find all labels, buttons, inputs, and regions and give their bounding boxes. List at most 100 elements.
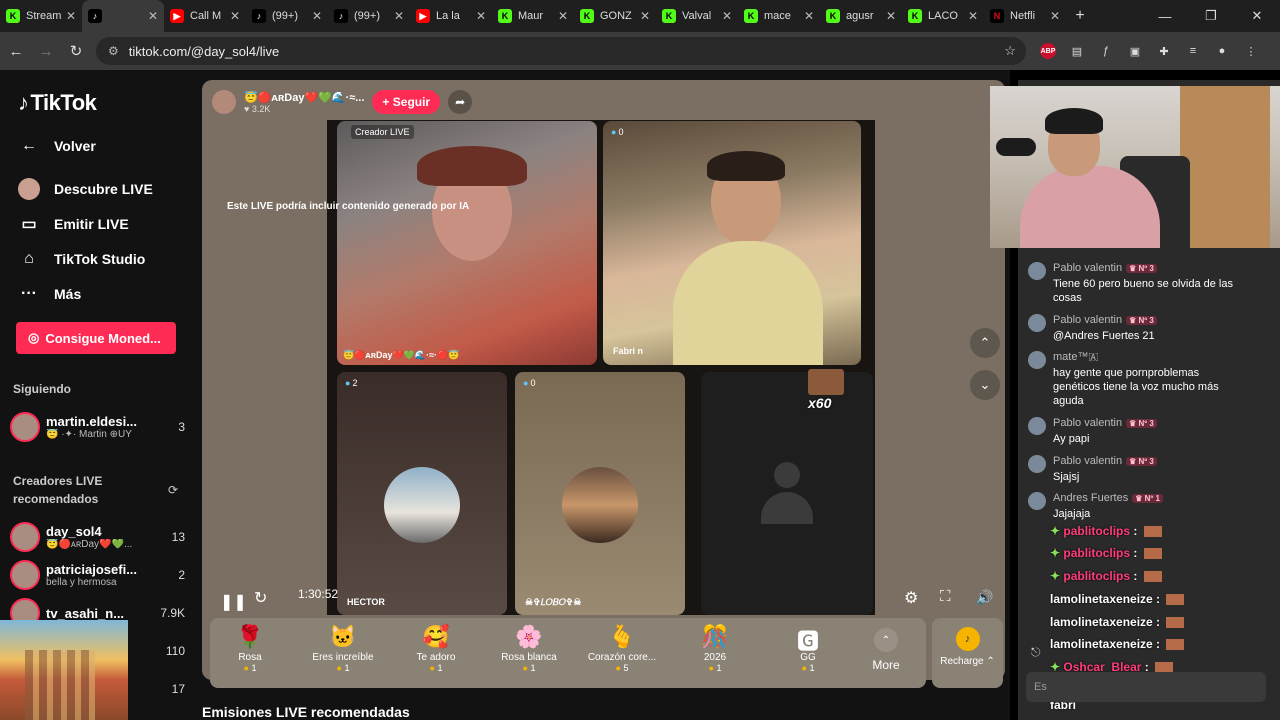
site-info-icon[interactable]: ⚙ — [108, 44, 119, 58]
refresh-stream-icon[interactable]: ↻ — [254, 588, 267, 608]
tab-close-icon[interactable]: ✕ — [148, 9, 158, 23]
bookmark-star-icon[interactable]: ☆ — [1004, 43, 1016, 59]
empty-guest-slot[interactable] — [701, 372, 873, 615]
more-gifts-button[interactable]: ⌃ More — [861, 618, 911, 688]
sidebar-account[interactable]: day_sol4 😇🔴ᴀʀDay❤️💚... 13 — [10, 520, 185, 554]
browser-tab[interactable]: ♪ ✕ — [82, 0, 164, 32]
gift-icon: 🐱 — [329, 624, 357, 649]
extension-icon[interactable]: ƒ — [1098, 43, 1114, 59]
avatar[interactable] — [1028, 262, 1046, 280]
host-name[interactable]: 😇🔴ᴀʀDay❤️💚🌊·≈... — [244, 91, 364, 104]
avatar[interactable] — [1028, 492, 1046, 510]
chat-username[interactable]: Pablo valentin ♛ Nº 3 — [1053, 417, 1157, 429]
gift-item[interactable]: 🅶 GG ● 1 — [763, 618, 853, 688]
next-live-button[interactable]: ⌄ — [970, 370, 1000, 400]
browser-tab[interactable]: K GONZ ✕ — [574, 0, 656, 32]
browser-tab[interactable]: K Valval ✕ — [656, 0, 738, 32]
new-tab-button[interactable]: + — [1066, 7, 1094, 25]
avatar[interactable] — [1028, 351, 1046, 369]
gift-item[interactable]: 🎊 2026 ● 1 — [670, 618, 760, 688]
tiktok-logo[interactable]: ♪ TikTok — [18, 90, 97, 116]
gift-icon: 🌹 — [236, 624, 264, 649]
browser-tab[interactable]: K LACO ✕ — [902, 0, 984, 32]
forward-arrow-icon[interactable]: → — [32, 37, 60, 65]
gift-item[interactable]: 🐱 Eres increíble ● 1 — [298, 618, 388, 688]
maximize-icon[interactable]: ❐ — [1188, 0, 1234, 32]
tab-favicon-icon: K — [826, 9, 840, 23]
tab-close-icon[interactable]: ✕ — [804, 9, 814, 23]
tab-close-icon[interactable]: ✕ — [230, 9, 240, 23]
avatar[interactable] — [1028, 314, 1046, 332]
sidebar-item-studio[interactable]: ⌂ TikTok Studio — [18, 248, 145, 270]
sidebar-item-more[interactable]: ··· Más — [18, 283, 81, 305]
tab-close-icon[interactable]: ✕ — [312, 9, 322, 23]
sidebar-item-back[interactable]: ← Volver — [18, 135, 96, 157]
guest-tile-hector[interactable]: ● 2 HECTOR — [337, 372, 507, 615]
tab-close-icon[interactable]: ✕ — [558, 9, 568, 23]
browser-tab[interactable]: K Maur ✕ — [492, 0, 574, 32]
close-icon[interactable]: ✕ — [1234, 0, 1280, 32]
fullscreen-icon[interactable]: ⛶ — [940, 588, 951, 605]
sidebar-account[interactable]: patriciajosefi... bella y hermosa 2 — [10, 558, 185, 592]
follow-button[interactable]: + Seguir — [372, 90, 441, 114]
chat-username[interactable]: Andres Fuertes ♛ Nº 1 — [1053, 492, 1163, 504]
chat-username[interactable]: Pablo valentin ♛ Nº 3 — [1053, 262, 1157, 274]
menu-kebab-icon[interactable]: ⋮ — [1243, 43, 1259, 59]
browser-tab[interactable]: K Stream ✕ — [0, 0, 82, 32]
refresh-icon[interactable]: ⟳ — [168, 483, 178, 497]
extension-icon[interactable]: ▣ — [1127, 43, 1143, 59]
browser-tab[interactable]: ♪ (99+) ✕ — [328, 0, 410, 32]
tab-close-icon[interactable]: ✕ — [968, 9, 978, 23]
chat-input[interactable]: Es — [1026, 672, 1266, 702]
tab-close-icon[interactable]: ✕ — [886, 9, 896, 23]
chat-username[interactable]: Pablo valentin ♛ Nº 3 — [1053, 455, 1157, 467]
extension-icon[interactable]: ▤ — [1069, 43, 1085, 59]
tab-close-icon[interactable]: ✕ — [640, 9, 650, 23]
volume-icon[interactable]: 🔊 — [976, 589, 993, 606]
gift-item[interactable]: 🌹 Rosa ● 1 — [205, 618, 295, 688]
puzzle-icon[interactable]: ✚ — [1156, 43, 1172, 59]
browser-tab[interactable]: ▶ La la ✕ — [410, 0, 492, 32]
media-icon[interactable]: ≡ — [1185, 43, 1201, 59]
exit-icon[interactable]: ⎋ — [1031, 645, 1041, 660]
browser-tab[interactable]: N Netfli ✕ — [984, 0, 1066, 32]
browser-tab[interactable]: Kmace ✕ — [738, 0, 820, 32]
sidebar-account[interactable]: martin.eldesi... 😇 ·✦· Martin ⊕UY 3 — [10, 410, 185, 444]
avatar[interactable] — [1028, 455, 1046, 473]
host-avatar[interactable] — [212, 90, 236, 114]
tab-close-icon[interactable]: ✕ — [394, 9, 404, 23]
share-icon[interactable]: ➦ — [448, 90, 473, 114]
chat-username[interactable]: mate™🇦 — [1053, 351, 1098, 364]
recharge-button[interactable]: ♪ Recharge ⌃ — [932, 618, 1003, 688]
settings-gear-icon[interactable]: ⚙ — [904, 588, 918, 608]
url-field[interactable]: ⚙ tiktok.com/@day_sol4/live ☆ — [96, 37, 1026, 65]
reload-icon[interactable]: ↻ — [62, 37, 90, 65]
gift-item[interactable]: 🌸 Rosa blanca ● 1 — [484, 618, 574, 688]
browser-tab[interactable]: Kagusr ✕ — [820, 0, 902, 32]
tab-close-icon[interactable]: ✕ — [66, 9, 76, 23]
chat-username[interactable]: Pablo valentin ♛ Nº 3 — [1053, 314, 1157, 326]
window-controls: — ❐ ✕ — [1142, 0, 1280, 32]
avatar[interactable] — [1028, 417, 1046, 435]
minimize-icon[interactable]: — — [1142, 0, 1188, 32]
tab-favicon-icon: K — [744, 9, 758, 23]
sidebar-item-go-live[interactable]: ▭ Emitir LIVE — [18, 213, 128, 235]
adblock-icon[interactable]: ABP — [1040, 43, 1056, 59]
get-coins-button[interactable]: ◎ Consigue Moned... — [16, 322, 176, 354]
gift-bar: 🌹 Rosa ● 1 🐱 Eres increíble ● 1 🥰 Te adoro ● 1 🌸 R… — [210, 618, 926, 688]
back-arrow-icon[interactable]: ← — [2, 37, 30, 65]
tab-close-icon[interactable]: ✕ — [476, 9, 486, 23]
guest-tile-fabri[interactable]: ● 0 Fabri n — [603, 121, 861, 365]
tab-close-icon[interactable]: ✕ — [1050, 9, 1060, 23]
tab-close-icon[interactable]: ✕ — [722, 9, 732, 23]
guest-tile-host[interactable]: Creador LIVE 😇🔴ᴀʀDay❤️💚🌊·≈·🔴😇 — [337, 121, 597, 365]
browser-tab[interactable]: ▶ Call M ✕ — [164, 0, 246, 32]
pause-icon[interactable]: ❚❚ — [220, 592, 247, 612]
gift-item[interactable]: 🥰 Te adoro ● 1 — [391, 618, 481, 688]
profile-avatar[interactable]: ● — [1214, 43, 1230, 59]
previous-live-button[interactable]: ⌃ — [970, 328, 1000, 358]
sidebar-item-discover-live[interactable]: ◉ Descubre LIVE — [18, 178, 153, 200]
gift-item[interactable]: 🫰 Corazón core... ● 5 — [577, 618, 667, 688]
guest-tile-lobo[interactable]: ● 0 ☠✞𝐿𝑂𝐵𝑂✞☠ — [515, 372, 685, 615]
browser-tab[interactable]: ♪ (99+) ✕ — [246, 0, 328, 32]
